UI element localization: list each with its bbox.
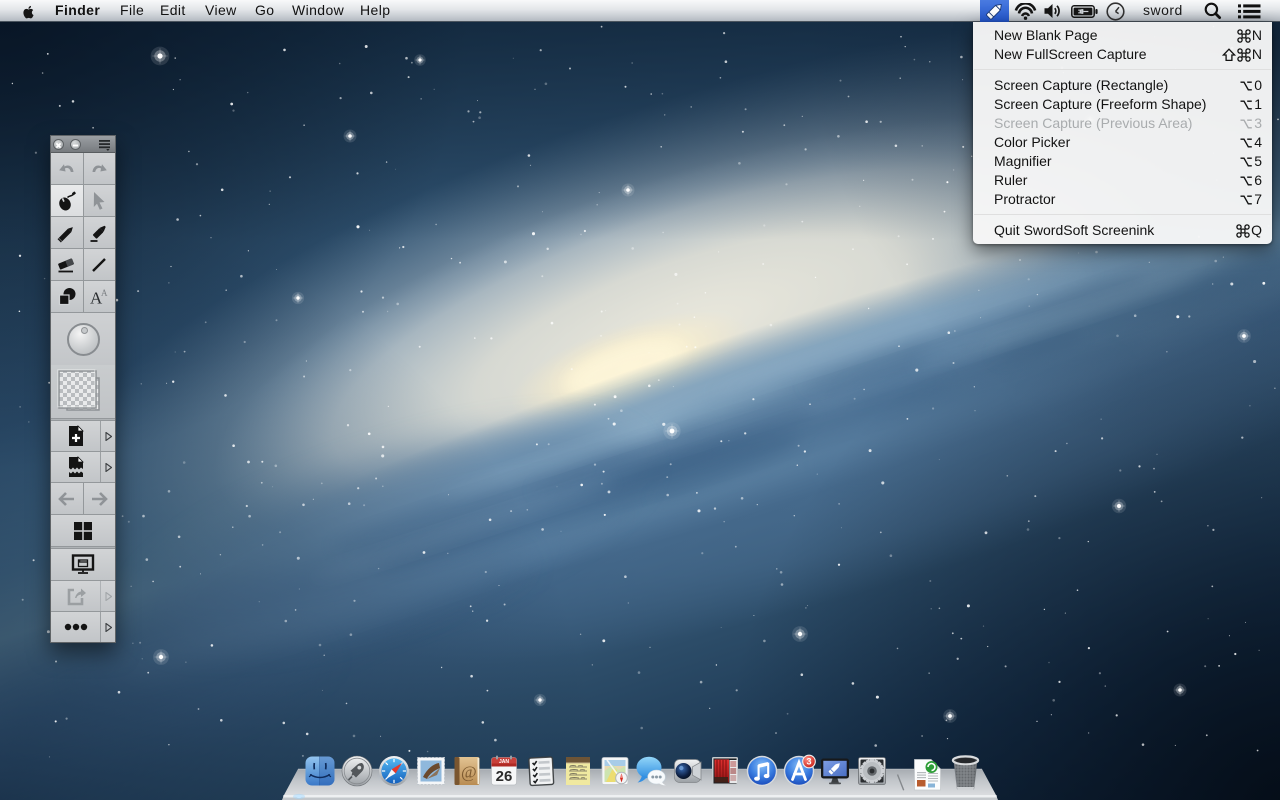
svg-text:A: A	[101, 288, 108, 298]
svg-text:@: @	[461, 763, 477, 782]
svg-text:3: 3	[806, 757, 811, 767]
svg-text:JAN: JAN	[499, 759, 509, 765]
svg-text:26: 26	[496, 768, 513, 785]
